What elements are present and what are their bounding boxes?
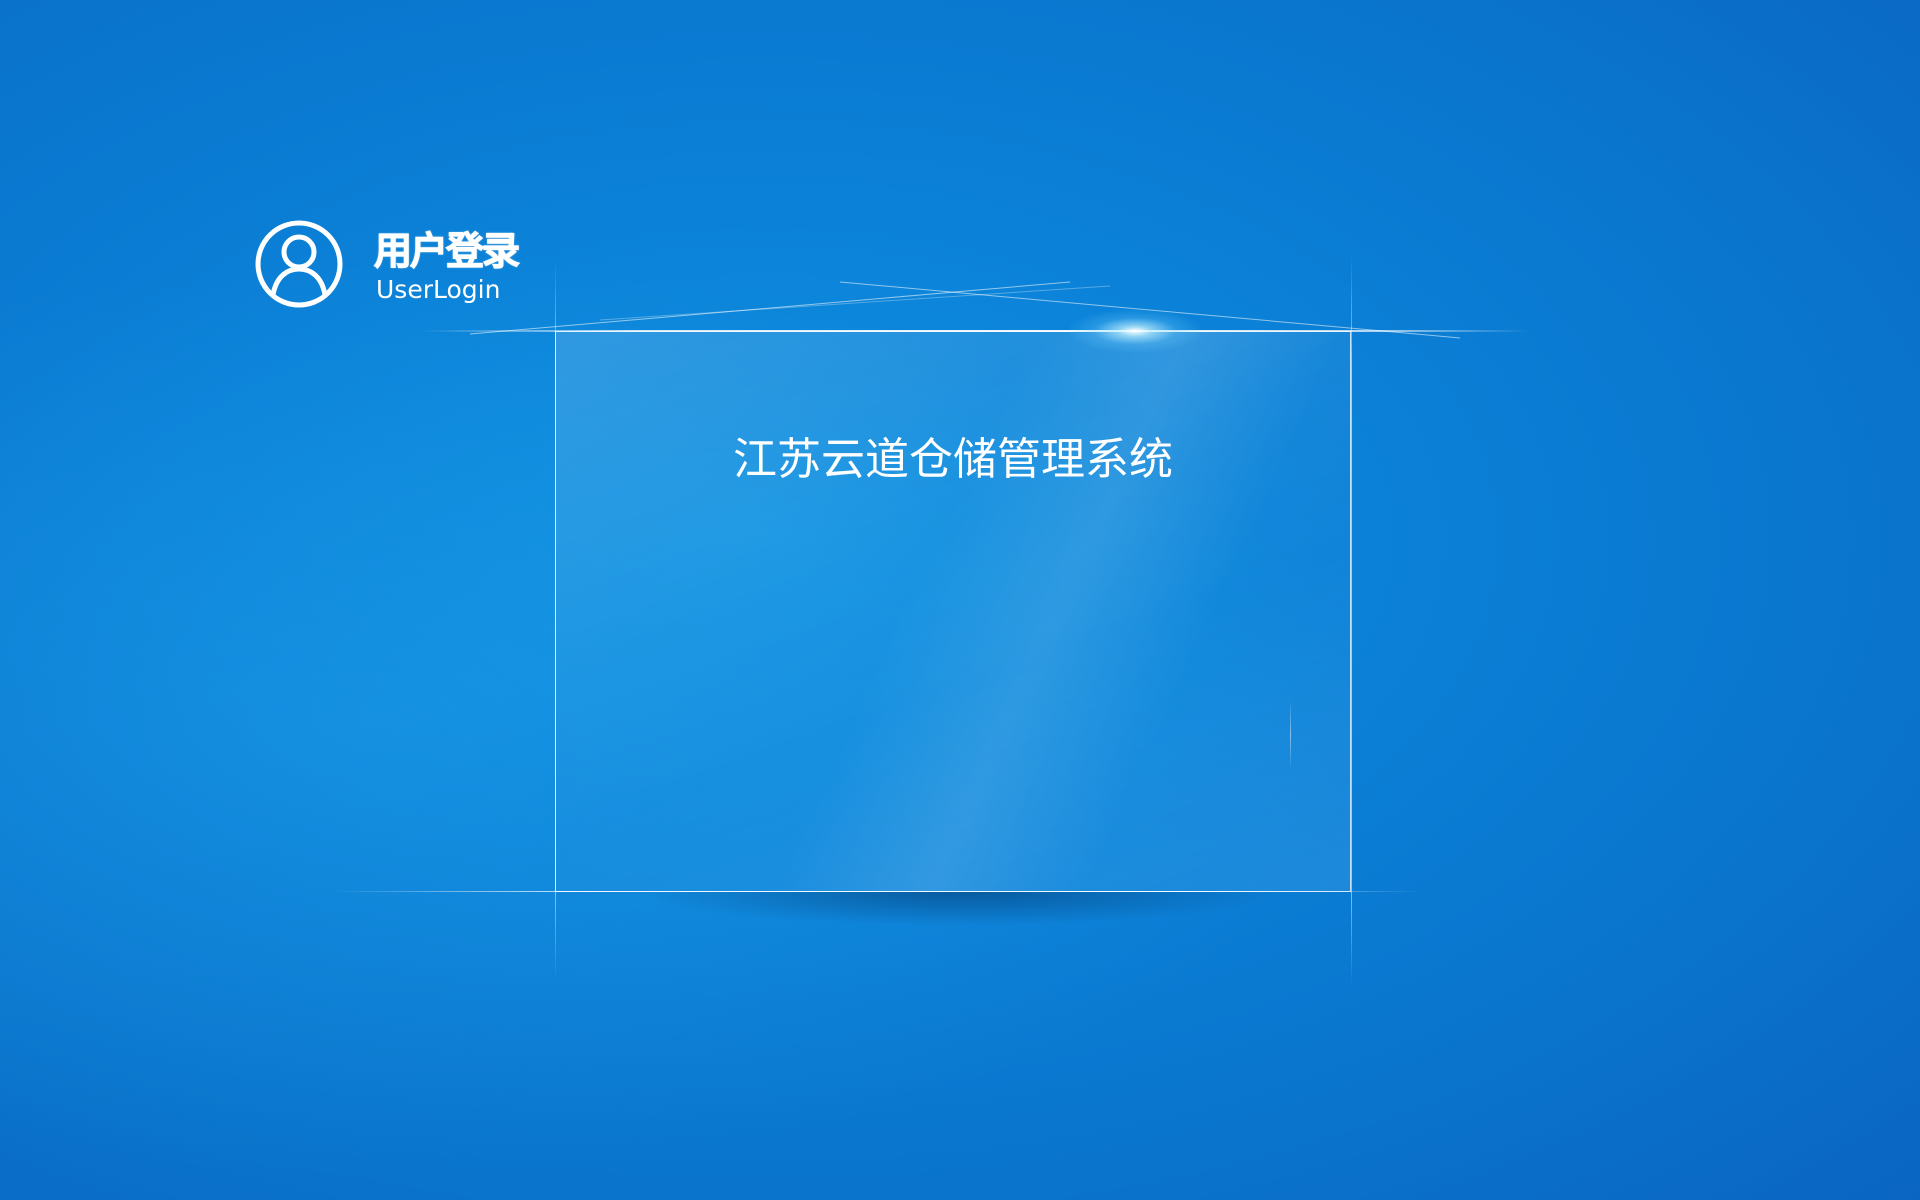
panel-shadow xyxy=(640,892,1280,926)
right-light-line xyxy=(1351,255,1352,985)
panel-shine xyxy=(556,332,1350,891)
login-panel: 江苏云道仓储管理系统 xyxy=(555,331,1351,892)
login-title: 用户登录 xyxy=(373,229,520,274)
user-avatar-icon xyxy=(255,220,343,308)
login-subtitle: UserLogin xyxy=(376,275,501,304)
system-title: 江苏云道仓储管理系统 xyxy=(733,434,1173,485)
user-login-header: 用户登录 UserLogin xyxy=(254,219,524,311)
